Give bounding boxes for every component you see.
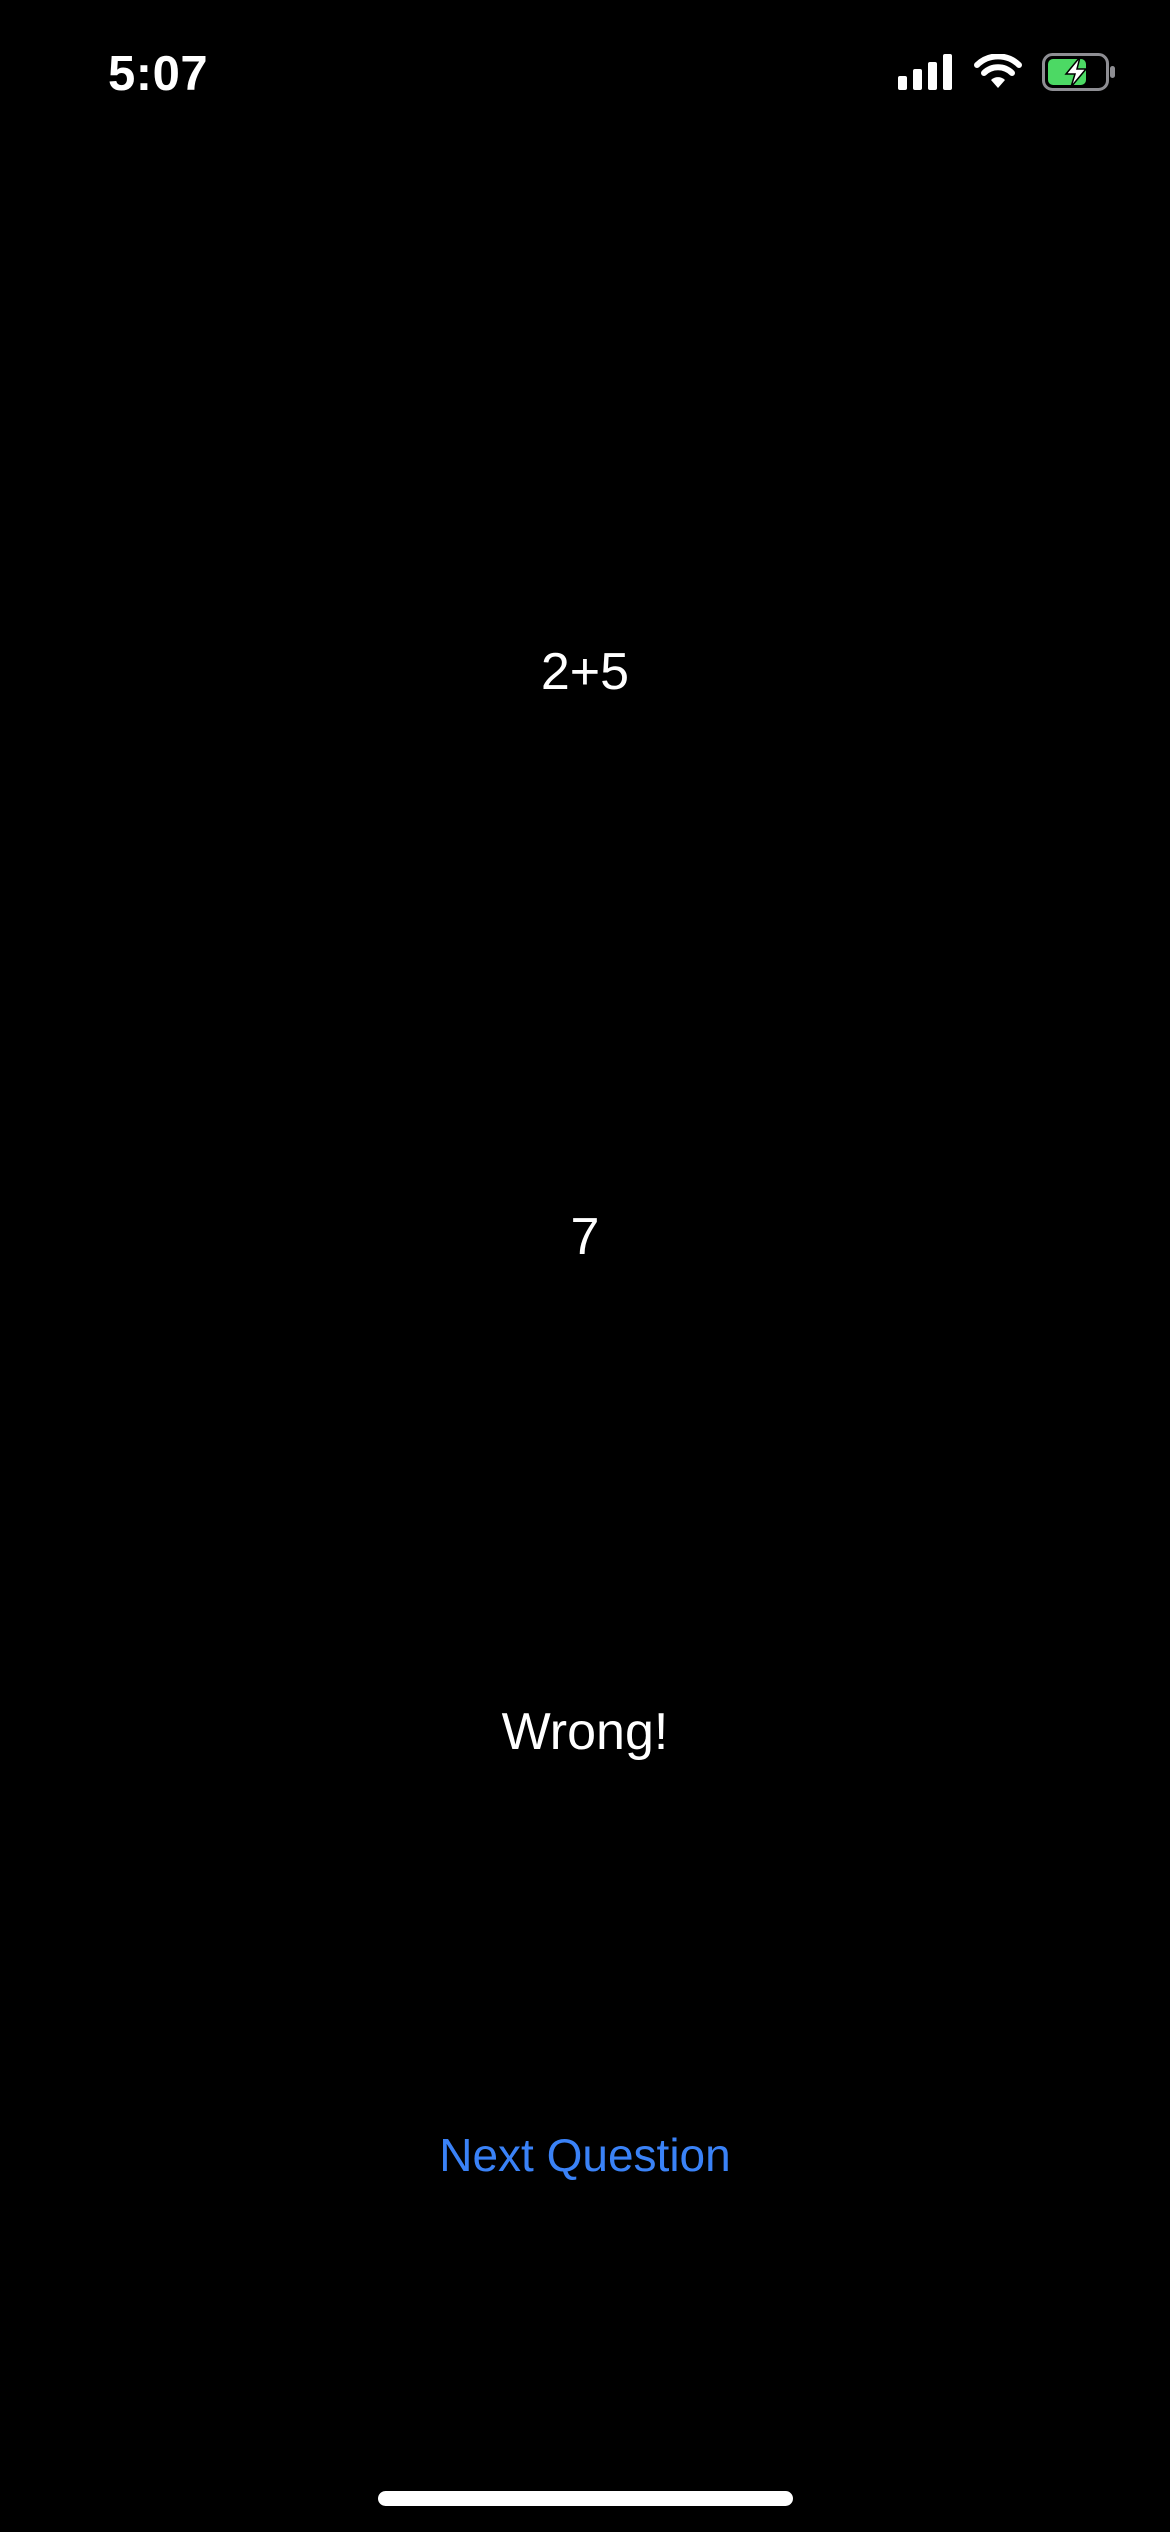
cellular-signal-icon	[898, 53, 954, 95]
wifi-icon	[974, 52, 1022, 95]
result-text: Wrong!	[501, 1703, 669, 1761]
battery-charging-icon	[1042, 52, 1116, 96]
next-question-button[interactable]: Next Question	[385, 2120, 785, 2190]
question-text: 2+5	[540, 643, 630, 701]
answer-text: 7	[570, 1208, 600, 1266]
status-time: 5:07	[108, 47, 209, 101]
home-indicator[interactable]	[378, 2491, 793, 2506]
status-bar: 5:07	[0, 0, 1170, 150]
status-icons	[898, 52, 1116, 96]
